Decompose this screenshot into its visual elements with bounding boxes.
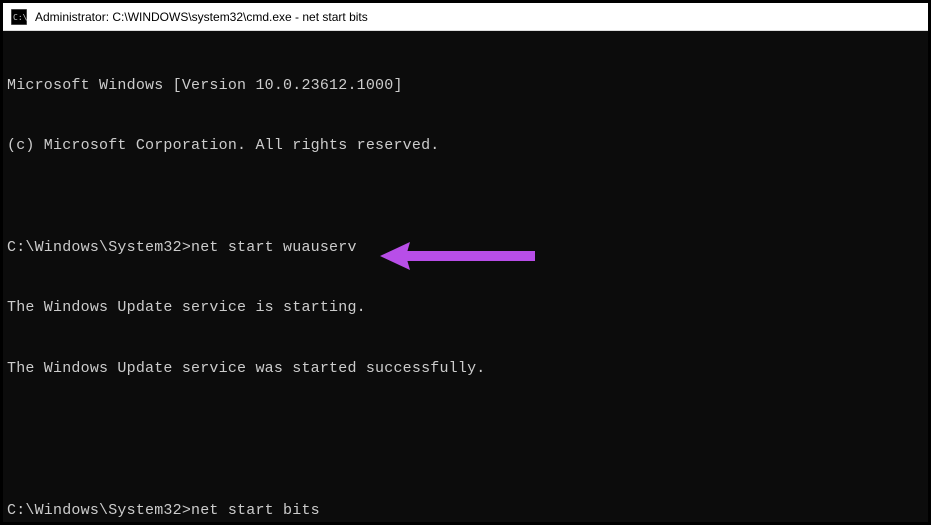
window-title: Administrator: C:\WINDOWS\system32\cmd.e… — [35, 10, 368, 24]
terminal-line: The Windows Update service is starting. — [7, 298, 924, 318]
terminal-line: (c) Microsoft Corporation. All rights re… — [7, 136, 924, 156]
terminal-line: C:\Windows\System32>net start wuauserv — [7, 238, 924, 258]
cmd-icon: C:\ — [11, 9, 27, 25]
terminal-area[interactable]: Microsoft Windows [Version 10.0.23612.10… — [3, 31, 928, 522]
terminal-line: The Windows Update service was started s… — [7, 359, 924, 379]
cmd-window: C:\ Administrator: C:\WINDOWS\system32\c… — [3, 3, 928, 522]
terminal-line: Microsoft Windows [Version 10.0.23612.10… — [7, 76, 924, 96]
terminal-line: C:\Windows\System32>net start bits — [7, 501, 924, 521]
titlebar[interactable]: C:\ Administrator: C:\WINDOWS\system32\c… — [3, 3, 928, 31]
annotation-arrow — [325, 216, 540, 304]
svg-text:C:\: C:\ — [13, 13, 27, 22]
